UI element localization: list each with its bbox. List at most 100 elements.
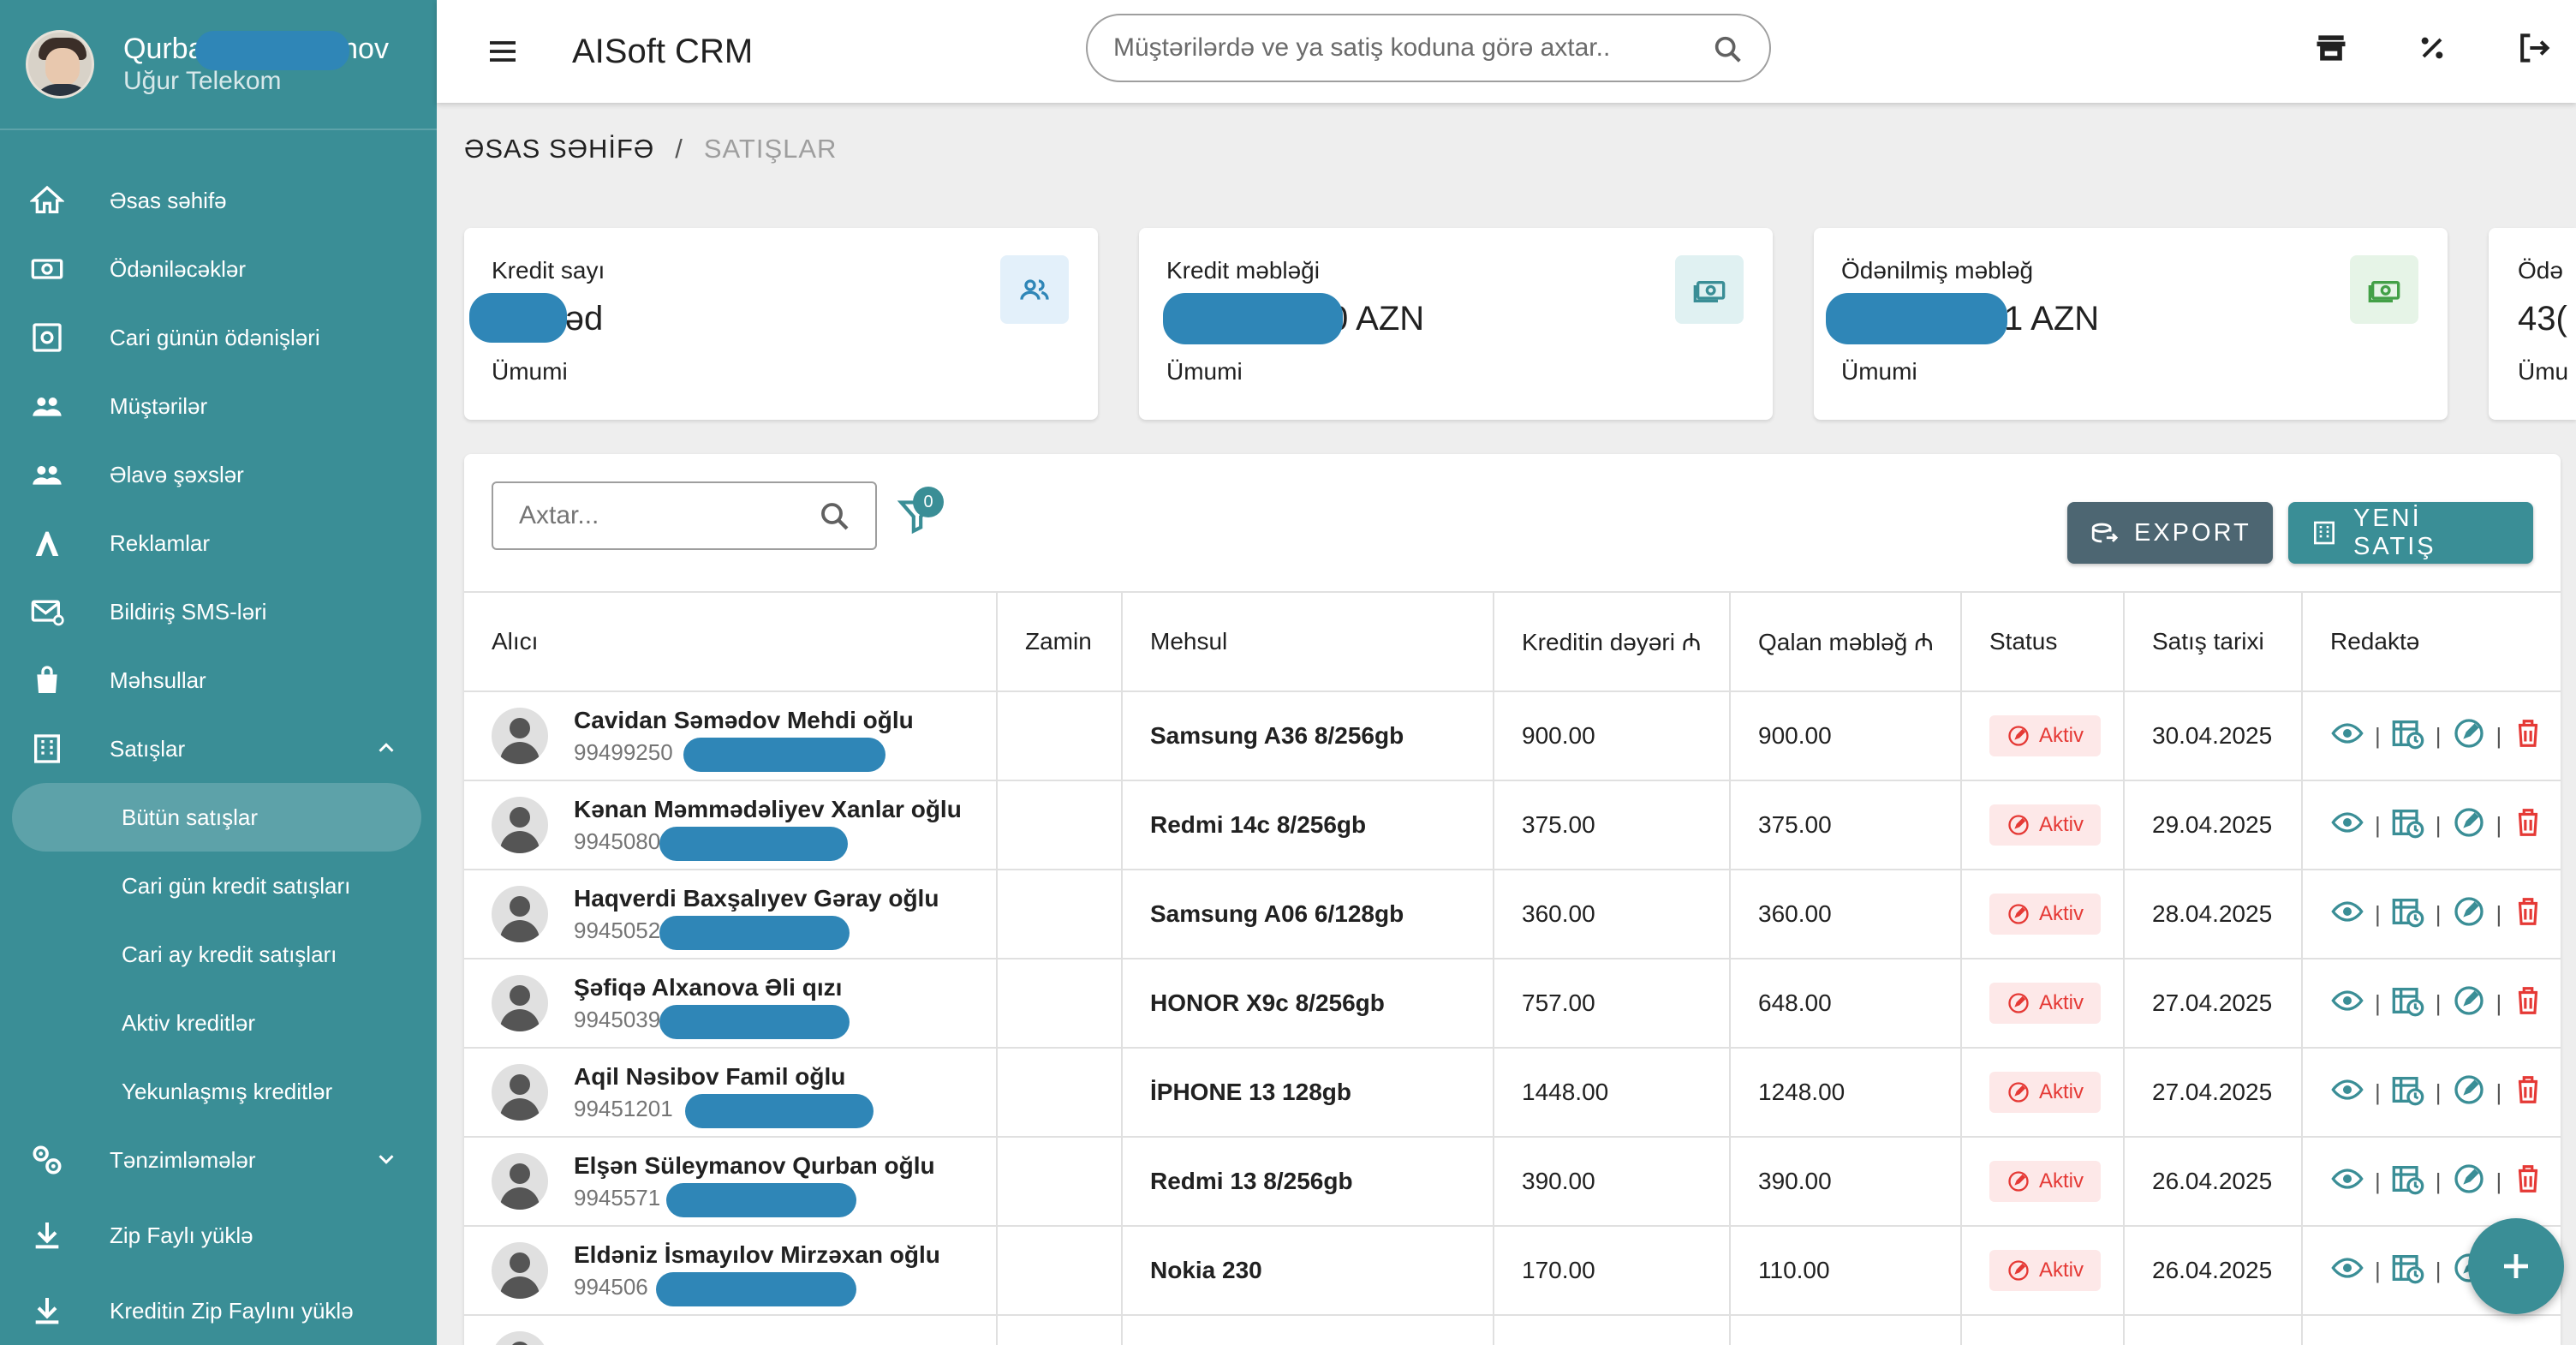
sidebar-item-sms[interactable]: Bildiriş SMS-ləri	[0, 577, 437, 646]
delete-icon[interactable]	[2512, 717, 2544, 756]
table-row[interactable]: Aqil Nəsibov Famil oğlu 99451201 İPHONE 13…	[464, 1048, 2561, 1138]
view-icon[interactable]	[2330, 1251, 2364, 1291]
edit-icon[interactable]	[2452, 983, 2486, 1024]
status-badge[interactable]: Aktiv	[1989, 894, 2102, 935]
delete-icon[interactable]	[2512, 1073, 2544, 1112]
download-icon	[27, 1291, 67, 1330]
view-icon[interactable]	[2330, 894, 2364, 935]
status-badge[interactable]: Aktiv	[1989, 804, 2102, 846]
chevron-up-icon[interactable]	[373, 735, 399, 767]
export-button[interactable]: EXPORT	[2067, 502, 2273, 564]
edit-icon[interactable]	[2452, 1073, 2486, 1113]
edit-icon[interactable]	[2452, 894, 2486, 935]
table-row[interactable]: Kənan Məmmədəliyev Xanlar oğlu 9945080 Red…	[464, 780, 2561, 870]
breadcrumb-home[interactable]: ƏSAS SƏHİFƏ	[464, 134, 654, 164]
view-icon[interactable]	[2330, 1073, 2364, 1113]
sidebar-item-settings[interactable]: Tənzimləmələr	[0, 1126, 437, 1194]
sidebar-item-ads[interactable]: Reklamlar	[0, 509, 437, 577]
sidebar-item-credit-zip-upload[interactable]: Kreditin Zip Faylını yüklə	[0, 1276, 437, 1345]
table-row[interactable]: Elşən Süleymanov Qurban oğlu 9945571 Redmi…	[464, 1137, 2561, 1227]
payment-schedule-icon[interactable]	[2391, 1073, 2425, 1113]
chevron-down-icon[interactable]	[373, 1146, 399, 1178]
sidebar-subitem-today-credit-sales[interactable]: Cari gün kredit satışları	[0, 852, 437, 920]
view-icon[interactable]	[2330, 983, 2364, 1024]
sidebar-subitem-completed-credits[interactable]: Yekunlaşmış kreditlər	[0, 1057, 437, 1126]
cell-guarantor	[996, 870, 1122, 959]
column-header[interactable]: Kreditin dəyəri ₼	[1493, 591, 1730, 692]
sidebar-subitem-month-credit-sales[interactable]: Cari ay kredit satışları	[0, 920, 437, 989]
delete-icon[interactable]	[2512, 806, 2544, 845]
customer-name[interactable]: Haqverdi Baxşalıyev Gəray oğlu	[574, 885, 939, 912]
sidebar-item-additional-persons[interactable]: Əlavə şəxslər	[0, 440, 437, 509]
profile-header[interactable]: Qurban Süleymanov Uğur Telekom	[0, 0, 437, 130]
search-icon[interactable]	[817, 499, 853, 539]
cell-guarantor	[996, 1048, 1122, 1138]
customer-name[interactable]: Şəfiqə Alxanova Əli qızı	[574, 974, 842, 1001]
view-icon[interactable]	[2330, 805, 2364, 846]
table-row[interactable]: Cavidan Səmədov Mehdi oğlu 99499250 Samsun…	[464, 691, 2561, 781]
status-badge[interactable]: Aktiv	[1989, 715, 2102, 756]
table-row[interactable]: Haqverdi Baxşalıyev Gəray oğlu 9945052 Sam…	[464, 870, 2561, 959]
add-fab-button[interactable]	[2468, 1218, 2564, 1314]
table-search-input[interactable]	[519, 501, 802, 530]
delete-icon[interactable]	[2512, 895, 2544, 934]
global-search[interactable]	[1086, 14, 1771, 82]
payment-schedule-icon[interactable]	[2391, 805, 2425, 846]
cell-sale-date: 27.04.2025	[2123, 959, 2302, 1049]
table-search[interactable]	[492, 481, 877, 550]
table-row[interactable]: Şəfiqə Alxanova Əli qızı 9945039 HONOR X9c…	[464, 959, 2561, 1049]
percent-icon[interactable]	[2408, 24, 2456, 72]
table-row[interactable]: Eldəniz İsmayılov Mirzəxan oğlu 994506 Nok…	[464, 1226, 2561, 1316]
action-separator: |	[2435, 1257, 2442, 1283]
avatar	[492, 1331, 548, 1345]
sidebar-item-zip-upload[interactable]: Zip Faylı yüklə	[0, 1201, 437, 1270]
status-badge[interactable]: Aktiv	[1989, 983, 2102, 1024]
delete-icon[interactable]	[2512, 984, 2544, 1023]
menu-icon[interactable]	[476, 25, 529, 78]
customer-name[interactable]: Cavidan Səmədov Mehdi oğlu	[574, 707, 914, 734]
column-header[interactable]: Satış tarixi	[2123, 591, 2302, 692]
column-header[interactable]: Alıcı	[464, 591, 997, 692]
status-badge[interactable]: Aktiv	[1989, 1072, 2102, 1113]
sidebar-item-sales[interactable]: Satışlar	[0, 714, 437, 783]
payment-schedule-icon[interactable]	[2391, 716, 2425, 756]
new-sale-button[interactable]: YENİ SATIŞ	[2288, 502, 2533, 564]
payment-schedule-icon[interactable]	[2391, 983, 2425, 1024]
search-icon[interactable]	[1711, 33, 1745, 71]
table-row[interactable]: Basti Qadirova Bahman qızı	[464, 1315, 2561, 1345]
delete-icon[interactable]	[2512, 1163, 2544, 1201]
edit-icon[interactable]	[2452, 1162, 2486, 1202]
column-header[interactable]: Mehsul	[1121, 591, 1494, 692]
edit-icon[interactable]	[2452, 805, 2486, 846]
view-icon[interactable]	[2330, 1162, 2364, 1202]
sidebar-item-home[interactable]: Əsas səhifə	[0, 166, 437, 235]
customer-name[interactable]: Elşən Süleymanov Qurban oğlu	[574, 1152, 935, 1180]
action-separator: |	[2375, 1079, 2381, 1105]
payment-schedule-icon[interactable]	[2391, 1251, 2425, 1291]
sidebar-subitem-active-credits[interactable]: Aktiv kreditlər	[0, 989, 437, 1057]
customer-name[interactable]: Kənan Məmmədəliyev Xanlar oğlu	[574, 796, 962, 823]
edit-status-icon	[2008, 815, 2029, 835]
status-badge[interactable]: Aktiv	[1989, 1250, 2102, 1291]
store-icon[interactable]	[2307, 24, 2355, 72]
sidebar-item-customers[interactable]: Müştərilər	[0, 372, 437, 440]
customer-name[interactable]: Eldəniz İsmayılov Mirzəxan oğlu	[574, 1241, 940, 1269]
logout-icon[interactable]	[2509, 24, 2557, 72]
column-header[interactable]: Zamin	[996, 591, 1122, 692]
customer-phone: 9945039	[574, 1004, 850, 1039]
sidebar-item-products[interactable]: Məhsullar	[0, 646, 437, 714]
sidebar-subitem-all-sales[interactable]: Bütün satışlar	[12, 783, 421, 852]
column-header[interactable]: Redaktə	[2301, 591, 2561, 692]
sidebar-item-today-payments[interactable]: Cari günün ödənişləri	[0, 303, 437, 372]
payment-schedule-icon[interactable]	[2391, 1162, 2425, 1202]
customer-name[interactable]: Aqil Nəsibov Famil oğlu	[574, 1063, 845, 1091]
global-search-input[interactable]	[1113, 33, 1704, 63]
sidebar-item-payables[interactable]: Ödəniləcəklər	[0, 235, 437, 303]
view-icon[interactable]	[2330, 716, 2364, 756]
redaction-mark	[685, 1093, 874, 1128]
column-header[interactable]: Status	[1960, 591, 2124, 692]
payment-schedule-icon[interactable]	[2391, 894, 2425, 935]
column-header[interactable]: Qalan məbləğ ₼	[1729, 591, 1961, 692]
status-badge[interactable]: Aktiv	[1989, 1161, 2102, 1202]
edit-icon[interactable]	[2452, 716, 2486, 756]
